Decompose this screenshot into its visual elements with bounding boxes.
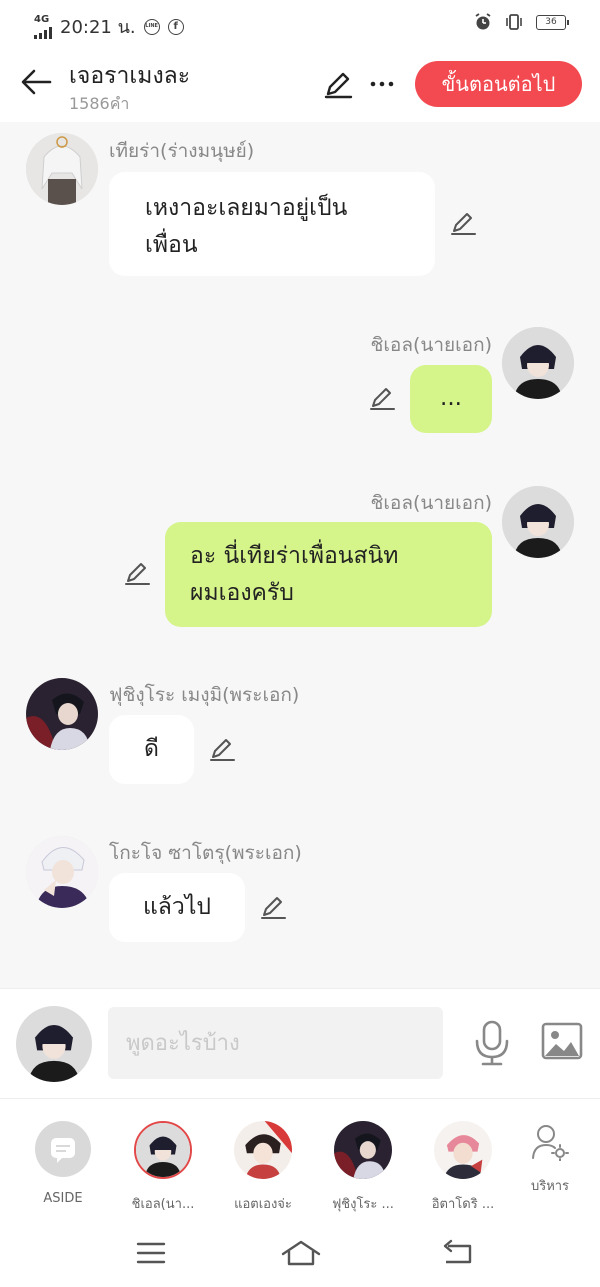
status-right: 36 [474,13,569,31]
message-bubble[interactable]: ... [410,365,492,433]
avatar-tiara[interactable] [26,133,98,205]
aside-icon [35,1121,91,1177]
line-app-icon: LINE [143,18,160,35]
status-time: 20:21 น. [60,17,136,38]
edit-message-icon[interactable] [259,893,287,921]
network-label: 4G [34,13,50,25]
character-fushiguro[interactable]: ฟุชิงุโระ ... [318,1121,408,1214]
message-line: ผมเองครับ [190,580,294,606]
message-sender: เทียร่า(ร่างมนุษย์) [109,140,255,162]
message-line: อะ นี่เทียร่าเพื่อนสนิท [190,543,399,569]
message-line: เพื่อน [145,232,198,258]
status-bar: 4G 20:21 น. LINE f 36 [0,0,600,46]
message-line: แล้วไป [142,894,211,920]
back-arrow-icon[interactable] [18,64,54,100]
signal-icon [34,25,52,39]
edit-message-icon[interactable] [449,209,477,237]
manage-label: บริหาร [530,1179,570,1194]
character-avatar [234,1121,292,1179]
message-sender: ชิเอล(นายเอก) [370,334,492,356]
character-bar: ASIDE ชิเอล(นา... แอตเองจ่ะ ฟุชิงุโระ ..… [0,1098,600,1222]
vibrate-icon [506,14,522,30]
microphone-icon[interactable] [470,1019,514,1067]
message-bubble[interactable]: อะ นี่เทียร่าเพื่อนสนิท ผมเองครับ [165,522,492,627]
character-aside[interactable]: ASIDE [18,1121,108,1206]
character-name: ฟุชิงุโระ ... [332,1197,394,1212]
edit-message-icon[interactable] [123,559,151,587]
character-itadori[interactable]: อิตาโดริ ... [418,1121,508,1214]
image-upload-icon[interactable] [540,1021,584,1063]
status-left: 4G 20:21 น. LINE f [34,12,184,41]
alarm-icon [475,13,491,30]
message-input[interactable] [108,1007,443,1079]
character-avatar [334,1121,392,1179]
home-icon[interactable] [280,1238,322,1268]
message-bubble[interactable]: เหงาอะเลยมาอยู่เป็น เพื่อน [109,172,435,276]
avatar-fushiguro[interactable] [26,678,98,750]
message-bubble[interactable]: แล้วไป [109,873,245,942]
current-speaker-avatar[interactable] [16,1006,92,1082]
character-atto[interactable]: แอตเองจ่ะ [218,1121,308,1214]
composer [0,988,600,1098]
network-indicator: 4G [34,13,52,39]
message-line: ดี [144,736,159,762]
system-nav-bar [0,1222,600,1287]
back-nav-icon[interactable] [440,1238,474,1268]
person-settings-icon [532,1125,569,1162]
message-sender: ฟุชิงุโระ เมงุมิ(พระเอก) [109,684,300,706]
menu-icon[interactable] [134,1238,168,1268]
header: เจอราเมงละ 1586คำ ขั้นตอนต่อไป [0,46,600,122]
more-options-icon[interactable] [366,68,398,100]
facebook-icon: f [167,18,184,35]
edit-message-icon[interactable] [208,735,236,763]
manage-characters-button[interactable]: บริหาร [522,1123,578,1196]
story-title: เจอราเมงละ [69,63,191,89]
avatar-ciel[interactable] [502,486,574,558]
character-name: แอตเองจ่ะ [234,1197,292,1212]
character-avatar [434,1121,492,1179]
character-avatar [134,1121,192,1179]
message-line: ... [440,385,462,411]
character-ciel[interactable]: ชิเอล(นา... [118,1121,208,1214]
message-line: เหงาอะเลยมาอยู่เป็น [145,195,348,221]
word-count: 1586คำ [69,94,130,113]
next-step-button[interactable]: ขั้นตอนต่อไป [415,61,582,107]
edit-pencil-icon[interactable] [322,68,354,100]
message-sender: ชิเอล(นายเอก) [370,492,492,514]
battery-icon: 36 [536,14,569,30]
avatar-ciel[interactable] [502,327,574,399]
message-sender: โกะโจ ซาโตรุ(พระเอก) [109,842,302,864]
edit-message-icon[interactable] [368,384,396,412]
chat-area[interactable]: เทียร่า(ร่างมนุษย์) เหงาอะเลยมาอยู่เป็น … [0,122,600,988]
character-name: ชิเอล(นา... [131,1197,195,1212]
avatar-gojo[interactable] [26,836,98,908]
message-bubble[interactable]: ดี [109,715,194,784]
character-name: ASIDE [43,1191,83,1206]
character-name: อิตาโดริ ... [431,1197,495,1212]
